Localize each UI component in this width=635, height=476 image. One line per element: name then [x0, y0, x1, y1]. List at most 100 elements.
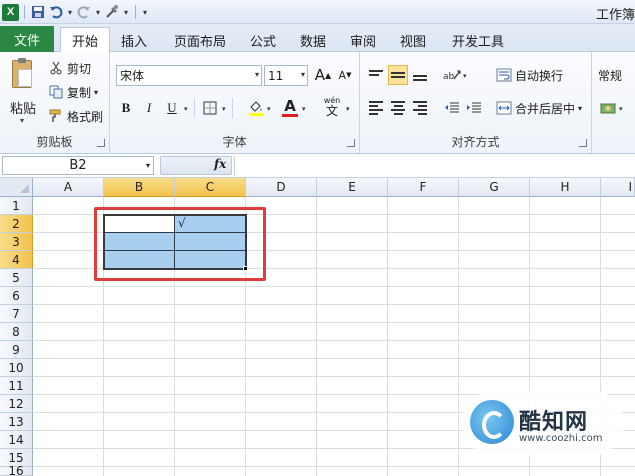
tab-view[interactable]: 视图	[392, 28, 434, 52]
select-all-button[interactable]	[0, 178, 33, 197]
decrease-indent-button[interactable]	[442, 98, 462, 118]
column-header-h[interactable]: H	[530, 178, 601, 197]
row-header-16[interactable]: 16	[0, 464, 33, 476]
orientation-dropdown-icon[interactable]: ▾	[463, 72, 467, 80]
tab-formulas[interactable]: 公式	[242, 28, 284, 52]
row-header-4[interactable]: 4	[0, 251, 33, 269]
align-right-button[interactable]	[410, 98, 430, 118]
row-header-13[interactable]: 13	[0, 413, 33, 431]
borders-dropdown-icon[interactable]: ▾	[222, 105, 226, 113]
tab-file[interactable]: 文件	[0, 26, 54, 52]
alignment-launcher-icon[interactable]	[579, 139, 587, 147]
clipboard-launcher-icon[interactable]	[97, 139, 105, 147]
bold-button[interactable]: B	[116, 98, 136, 118]
fill-color-dropdown-icon[interactable]: ▾	[267, 105, 271, 113]
fill-color-button[interactable]	[246, 98, 266, 118]
quick-access-toolbar: X ▾ ▾ ▾ ▾	[2, 3, 149, 21]
font-group-label: 字体	[222, 135, 247, 149]
accounting-format-button[interactable]	[598, 98, 618, 118]
row-header-10[interactable]: 10	[0, 359, 33, 377]
undo-icon[interactable]	[48, 4, 64, 20]
row-header-14[interactable]: 14	[0, 431, 33, 449]
align-top-button[interactable]	[366, 65, 386, 85]
undo-dropdown-icon[interactable]: ▾	[66, 4, 74, 20]
orientation-button[interactable]: ab	[442, 65, 462, 85]
column-header-f[interactable]: F	[388, 178, 459, 197]
save-icon[interactable]	[30, 4, 46, 20]
row-header-8[interactable]: 8	[0, 323, 33, 341]
copy-dropdown-icon[interactable]: ▾	[94, 88, 98, 97]
row-header-5[interactable]: 5	[0, 269, 33, 287]
accounting-icon	[600, 103, 616, 114]
excel-logo[interactable]: X	[2, 3, 19, 21]
column-header-c[interactable]: C	[175, 178, 246, 197]
font-color-button[interactable]: A	[280, 96, 300, 117]
font-name-combo[interactable]: 宋体 ▾	[116, 65, 262, 86]
tab-data[interactable]: 数据	[292, 28, 334, 52]
merge-center-button[interactable]: 合并后居中 ▾	[496, 98, 582, 118]
column-header-b[interactable]: B	[104, 178, 175, 197]
redo-dropdown-icon[interactable]: ▾	[94, 4, 102, 20]
tab-home[interactable]: 开始	[60, 27, 110, 53]
grow-font-button[interactable]: A ▲	[313, 65, 333, 85]
tab-page-layout[interactable]: 页面布局	[166, 28, 234, 52]
tab-insert[interactable]: 插入	[113, 28, 155, 52]
phonetic-button[interactable]: wén 文	[318, 96, 346, 117]
column-header-i[interactable]: I	[601, 178, 635, 197]
cut-button[interactable]: 剪切	[48, 58, 91, 78]
fill-bucket-icon	[249, 101, 263, 116]
row-header-2[interactable]: 2	[0, 215, 33, 233]
name-box-value: B2	[69, 158, 87, 173]
shrink-font-label: A	[338, 68, 347, 82]
qat-more-icon[interactable]: ▾	[122, 4, 130, 20]
accounting-dropdown-icon[interactable]: ▾	[619, 105, 623, 113]
row-header-7[interactable]: 7	[0, 305, 33, 323]
redo-icon[interactable]	[76, 4, 92, 20]
align-bottom-button[interactable]	[410, 65, 430, 85]
format-painter-button[interactable]: 格式刷	[48, 106, 103, 126]
font-name-value: 宋体	[120, 69, 145, 83]
align-left-button[interactable]	[366, 98, 386, 118]
number-group: 常规 ▾	[592, 52, 635, 154]
row-header-11[interactable]: 11	[0, 377, 33, 395]
borders-icon	[203, 101, 217, 115]
paste-dropdown-icon[interactable]: ▾	[20, 116, 24, 125]
row-header-12[interactable]: 12	[0, 395, 33, 413]
align-middle-button[interactable]	[388, 65, 408, 85]
row-header-3[interactable]: 3	[0, 233, 33, 251]
increase-indent-icon	[467, 102, 481, 113]
merge-dropdown-icon[interactable]: ▾	[578, 104, 582, 113]
row-header-1[interactable]: 1	[0, 197, 33, 215]
phonetic-dropdown-icon[interactable]: ▾	[346, 105, 350, 113]
column-header-g[interactable]: G	[459, 178, 530, 197]
underline-dropdown-icon[interactable]: ▾	[184, 105, 188, 113]
underline-button[interactable]: U	[162, 98, 182, 118]
align-right-icon	[413, 101, 427, 115]
number-format-value[interactable]: 常规	[598, 67, 622, 84]
font-launcher-icon[interactable]	[347, 139, 355, 147]
font-size-combo[interactable]: 11 ▾	[264, 65, 308, 86]
insert-function-button[interactable]: fx	[214, 157, 226, 171]
copy-button[interactable]: 复制 ▾	[48, 82, 98, 102]
row-header-6[interactable]: 6	[0, 287, 33, 305]
name-box[interactable]: B2 ▾	[2, 156, 154, 175]
paste-button[interactable]: 粘贴 ▾	[6, 58, 40, 128]
increase-indent-button[interactable]	[464, 98, 484, 118]
column-header-a[interactable]: A	[33, 178, 104, 197]
wrap-text-button[interactable]: 自动换行	[496, 65, 563, 85]
tab-developer[interactable]: 开发工具	[446, 28, 510, 52]
italic-button[interactable]: I	[139, 98, 159, 118]
align-center-button[interactable]	[388, 98, 408, 118]
row-header-9[interactable]: 9	[0, 341, 33, 359]
qat-separator	[135, 5, 136, 19]
tab-review[interactable]: 审阅	[342, 28, 384, 52]
font-color-dropdown-icon[interactable]: ▾	[302, 105, 306, 113]
formula-input[interactable]	[234, 156, 635, 175]
chevron-down-icon: ▾	[145, 161, 150, 170]
qat-customize-dropdown-icon[interactable]: ▾	[141, 4, 149, 20]
customize-icon[interactable]	[104, 4, 120, 20]
column-header-d[interactable]: D	[246, 178, 317, 197]
shrink-font-button[interactable]: A ▼	[335, 65, 355, 85]
column-header-e[interactable]: E	[317, 178, 388, 197]
borders-button[interactable]	[200, 98, 220, 118]
